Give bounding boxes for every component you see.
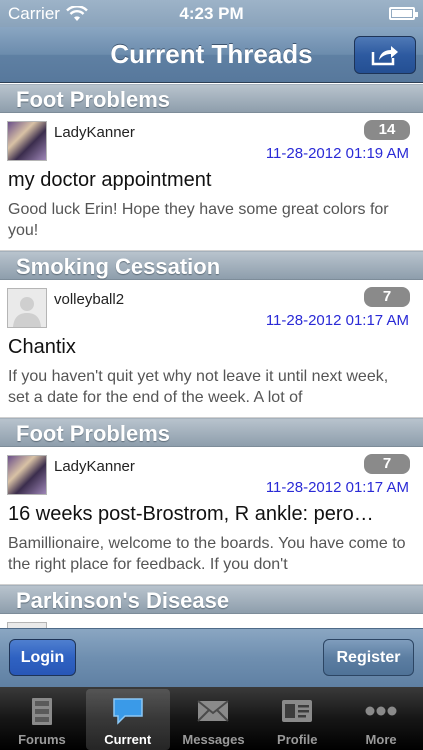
carrier-signal: Carrier xyxy=(8,4,88,24)
thread-subject: 16 weeks post-Brostrom, R ankle: pero… xyxy=(8,503,374,525)
reply-count-badge: 7 xyxy=(364,454,410,474)
tab-label: Profile xyxy=(277,732,318,747)
tab-label: More xyxy=(365,732,397,747)
thread-author: LadyKanner xyxy=(54,124,135,141)
clock: 4:23 PM xyxy=(179,3,244,23)
tab-messages[interactable]: Messages xyxy=(172,687,256,750)
thread-row[interactable]: LadyKanner 7 11-28-2012 01:17 AM 16 week… xyxy=(0,447,423,585)
login-button[interactable]: Login xyxy=(9,639,76,676)
forum-section-header: Smoking Cessation xyxy=(0,251,423,280)
share-button[interactable] xyxy=(354,36,416,74)
auth-toolbar: Login Register xyxy=(0,628,423,687)
thread-row[interactable]: LadyKanner 14 11-28-2012 01:19 AM my doc… xyxy=(0,113,423,251)
tab-more[interactable]: More xyxy=(339,687,423,750)
forum-section-header: Parkinson's Disease xyxy=(0,585,423,614)
thread-subject: my doctor appointment xyxy=(8,169,212,191)
thread-preview: If you haven't quit yet why not leave it… xyxy=(8,368,389,406)
chat-bubble-icon xyxy=(111,696,145,726)
user-avatar xyxy=(7,121,47,161)
default-avatar-icon xyxy=(7,288,47,328)
navigation-bar: Current Threads xyxy=(0,27,423,83)
share-icon xyxy=(371,46,398,66)
thread-author: volleyball2 xyxy=(54,291,125,308)
tab-label: Messages xyxy=(182,732,245,747)
wifi-icon xyxy=(66,5,88,21)
thread-author: LadyKanner xyxy=(54,458,135,475)
tab-label: Forums xyxy=(18,732,66,747)
tab-profile[interactable]: Profile xyxy=(255,687,339,750)
user-avatar xyxy=(7,455,47,495)
forum-section-header: Foot Problems xyxy=(0,84,423,113)
tab-forums[interactable]: Forums xyxy=(0,687,84,750)
thread-subject: Chantix xyxy=(8,336,76,358)
battery-icon xyxy=(389,7,418,20)
thread-preview: Good luck Erin! Hope they have some grea… xyxy=(8,201,389,239)
thread-timestamp: 11-28-2012 01:17 AM xyxy=(265,479,409,496)
reply-count-badge: 7 xyxy=(364,287,410,307)
cabinet-icon xyxy=(25,696,59,726)
tab-current[interactable]: Current xyxy=(85,689,170,750)
thread-list[interactable]: Foot Problems LadyKanner 14 11-28-2012 0… xyxy=(0,84,423,628)
tab-bar: Forums Current Messages Profile More xyxy=(0,687,423,750)
status-bar: Carrier 4:23 PM xyxy=(0,0,423,27)
forum-section-header: Foot Problems xyxy=(0,418,423,447)
register-button[interactable]: Register xyxy=(323,639,414,676)
id-card-icon xyxy=(280,696,314,726)
tab-label: Current xyxy=(104,732,152,747)
thread-row[interactable]: volleyball2 7 11-28-2012 01:17 AM Chanti… xyxy=(0,280,423,418)
thread-row[interactable] xyxy=(0,614,423,628)
thread-timestamp: 11-28-2012 01:19 AM xyxy=(265,145,409,162)
thread-timestamp: 11-28-2012 01:17 AM xyxy=(265,312,409,329)
ellipsis-icon xyxy=(364,696,398,726)
reply-count-badge: 14 xyxy=(364,120,410,140)
carrier-label: Carrier xyxy=(8,3,60,23)
envelope-icon xyxy=(196,696,230,726)
thread-preview: Bamillionaire, welcome to the boards. Yo… xyxy=(8,535,406,573)
